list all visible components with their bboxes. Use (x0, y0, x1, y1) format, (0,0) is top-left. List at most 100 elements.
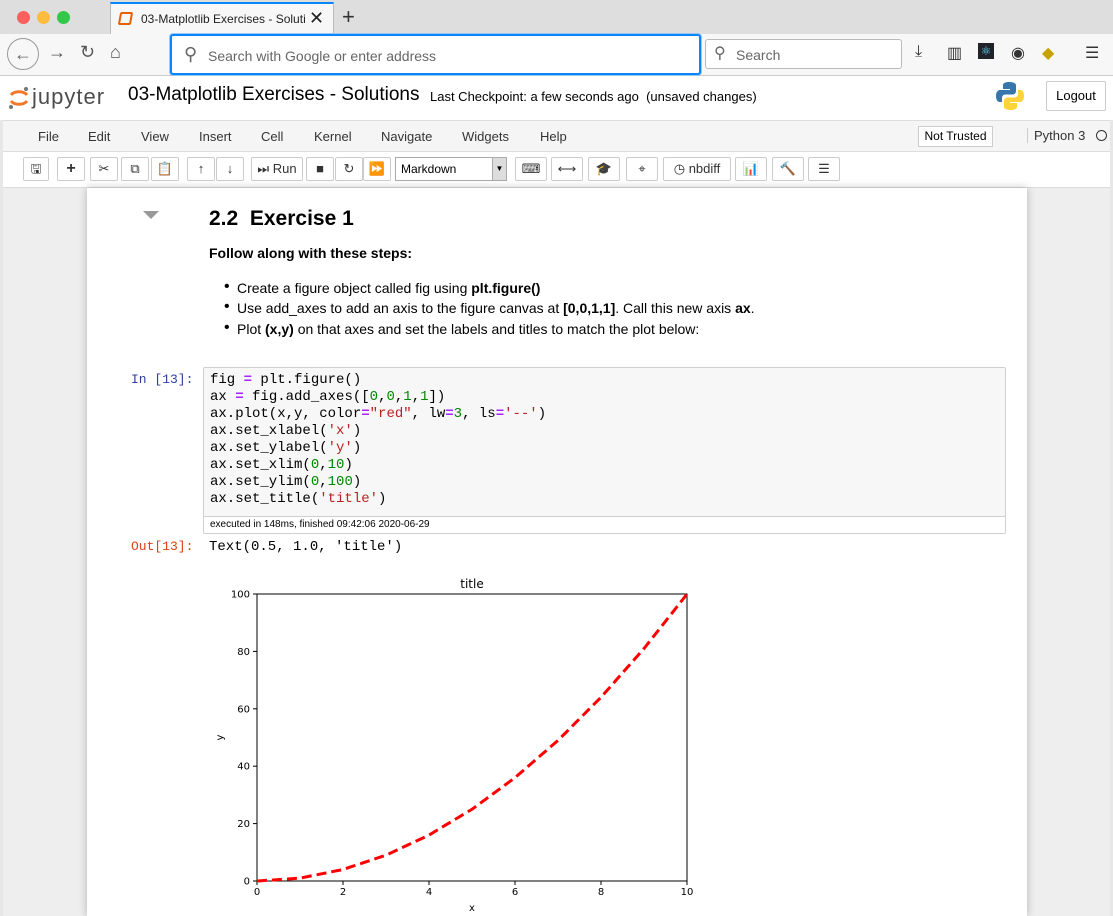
copy-icon[interactable]: ⧉ (121, 157, 149, 181)
output-text: Text(0.5, 1.0, 'title') (209, 539, 403, 555)
jupyter-logo[interactable]: jupyter (8, 80, 118, 112)
list-item: Create a figure object called fig using … (224, 278, 541, 296)
reload-button[interactable]: ↻ (80, 42, 95, 63)
list-item: Plot (x,y) on that axes and set the labe… (224, 319, 699, 337)
menu-view[interactable]: View (141, 129, 169, 144)
maximize-window-button[interactable] (57, 11, 70, 24)
restart-run-all-icon[interactable]: ⏩ (363, 157, 391, 181)
x-tick-label: 8 (598, 887, 604, 898)
extension-icon[interactable]: ◆ (1042, 43, 1054, 63)
search-icon: ⚲ (714, 45, 726, 62)
close-window-button[interactable] (17, 11, 30, 24)
plot-title: title (460, 577, 483, 591)
bullet-text: Use add_axes to add an axis to the figur… (237, 300, 564, 316)
new-tab-button[interactable]: + (342, 4, 355, 30)
x-axis-label: x (469, 903, 475, 914)
y-tick-label: 60 (237, 704, 250, 715)
search-bar[interactable]: ⚲ Search (705, 39, 902, 69)
account-icon[interactable]: ◉ (1011, 43, 1025, 63)
notebook-favicon-icon (117, 12, 134, 25)
execution-info: executed in 148ms, finished 09:42:06 202… (204, 516, 1005, 533)
output-plot: 0 2 4 6 8 10020406080100titlexy (215, 577, 693, 914)
bar-chart-icon[interactable]: 📊 (735, 157, 767, 181)
bullet-code: (x,y) (265, 321, 294, 337)
browser-tab-bar: 03-Matplotlib Exercises - Soluti ✕ + (0, 0, 1113, 34)
list-icon[interactable]: ☰ (808, 157, 840, 181)
expand-width-icon[interactable]: ⟷ (551, 157, 583, 181)
browser-tab[interactable]: 03-Matplotlib Exercises - Soluti ✕ (110, 2, 334, 34)
list-item: Use add_axes to add an axis to the figur… (224, 298, 755, 316)
x-tick-label: 6 (512, 887, 518, 898)
cell-type-value: Markdown (401, 162, 457, 176)
menu-insert[interactable]: Insert (199, 129, 232, 144)
nbdiff-button[interactable]: ◷ nbdiff (663, 157, 731, 181)
cut-icon[interactable]: ✂ (90, 157, 118, 181)
menu-help[interactable]: Help (540, 129, 567, 144)
menu-edit[interactable]: Edit (88, 129, 110, 144)
nbdiff-label: nbdiff (688, 161, 721, 176)
bullet-text: . Call this new axis (615, 300, 736, 316)
clock-icon: ◷ (673, 161, 686, 176)
bullet-text: . (750, 300, 755, 316)
save-icon[interactable]: 🖫 (23, 157, 49, 181)
bullet-code: ax (735, 300, 751, 316)
menu-file[interactable]: File (38, 129, 59, 144)
tab-title: 03-Matplotlib Exercises - Soluti (141, 12, 306, 26)
menu-bar: File Edit View Insert Cell Kernel Naviga… (3, 120, 1110, 152)
download-icon[interactable]: ⤓ (915, 43, 922, 61)
crosshair-icon[interactable]: ⌖ (626, 157, 658, 181)
home-button[interactable]: ⌂ (110, 42, 121, 63)
collapse-section-icon[interactable] (143, 211, 159, 219)
jupyter-logo-icon (9, 87, 29, 109)
y-tick-label: 80 (237, 647, 250, 658)
minimize-window-button[interactable] (37, 11, 50, 24)
checkpoint-status: Last Checkpoint: a few seconds ago (unsa… (430, 89, 757, 104)
keyboard-icon[interactable]: ⌨ (515, 157, 547, 181)
back-button[interactable]: ← (7, 38, 39, 70)
input-prompt: In [13]: (131, 372, 194, 387)
bullet-code: plt.figure() (471, 280, 541, 296)
chevron-down-icon: ▼ (492, 158, 506, 180)
search-placeholder: Search (736, 47, 781, 63)
run-button[interactable]: ⏭ Run (251, 157, 303, 181)
section-heading: 2.2 Exercise 1 (209, 207, 354, 230)
logout-button[interactable]: Logout (1046, 81, 1106, 111)
move-up-icon[interactable]: ↑ (187, 157, 215, 181)
move-down-icon[interactable]: ↓ (216, 157, 244, 181)
trust-button[interactable]: Not Trusted (918, 126, 993, 147)
paste-icon[interactable]: 📋 (151, 157, 179, 181)
y-axis-label: y (215, 734, 226, 740)
menu-widgets[interactable]: Widgets (462, 129, 509, 144)
url-bar[interactable]: ⚲ Search with Google or enter address (170, 34, 701, 75)
stop-icon[interactable]: ■ (306, 157, 334, 181)
bullet-code: [0,0,1,1] (563, 300, 616, 316)
gavel-icon[interactable]: 🔨 (772, 157, 804, 181)
graduation-cap-icon[interactable]: 🎓 (588, 157, 620, 181)
plot-axes-frame (256, 593, 688, 882)
close-tab-icon[interactable]: ✕ (309, 8, 324, 29)
forward-button[interactable]: → (48, 42, 66, 63)
insert-cell-icon[interactable]: + (57, 157, 85, 181)
code-editor[interactable]: fig = plt.figure() ax = fig.add_axes([0,… (210, 372, 546, 508)
sidebar-icon[interactable]: ▥ (947, 43, 962, 63)
run-icon: ⏭ (257, 161, 270, 176)
url-placeholder: Search with Google or enter address (208, 48, 437, 64)
menu-cell[interactable]: Cell (261, 129, 283, 144)
menu-kernel[interactable]: Kernel (314, 129, 352, 144)
react-devtools-icon[interactable]: ⚛ (978, 43, 994, 59)
steps-intro: Follow along with these steps: (209, 245, 413, 261)
jupyter-logo-text: jupyter (32, 84, 106, 109)
kernel-status-icon (1096, 130, 1107, 141)
cell-type-select[interactable]: Markdown ▼ (395, 157, 507, 181)
jupyter-header: jupyter 03-Matplotlib Exercises - Soluti… (0, 76, 1113, 120)
y-tick-label: 20 (237, 819, 250, 830)
browser-nav-bar: ← → ↻ ⌂ ⚲ Search with Google or enter ad… (0, 34, 1113, 76)
code-cell[interactable]: fig = plt.figure() ax = fig.add_axes([0,… (203, 367, 1006, 534)
restart-icon[interactable]: ↻ (335, 157, 363, 181)
y-tick-label: 40 (237, 762, 250, 773)
kernel-name: Python 3 (1027, 128, 1085, 143)
menu-icon[interactable]: ☰ (1085, 43, 1099, 63)
run-label: Run (272, 161, 297, 176)
menu-navigate[interactable]: Navigate (381, 129, 432, 144)
notebook-name[interactable]: 03-Matplotlib Exercises - Solutions (128, 84, 419, 106)
